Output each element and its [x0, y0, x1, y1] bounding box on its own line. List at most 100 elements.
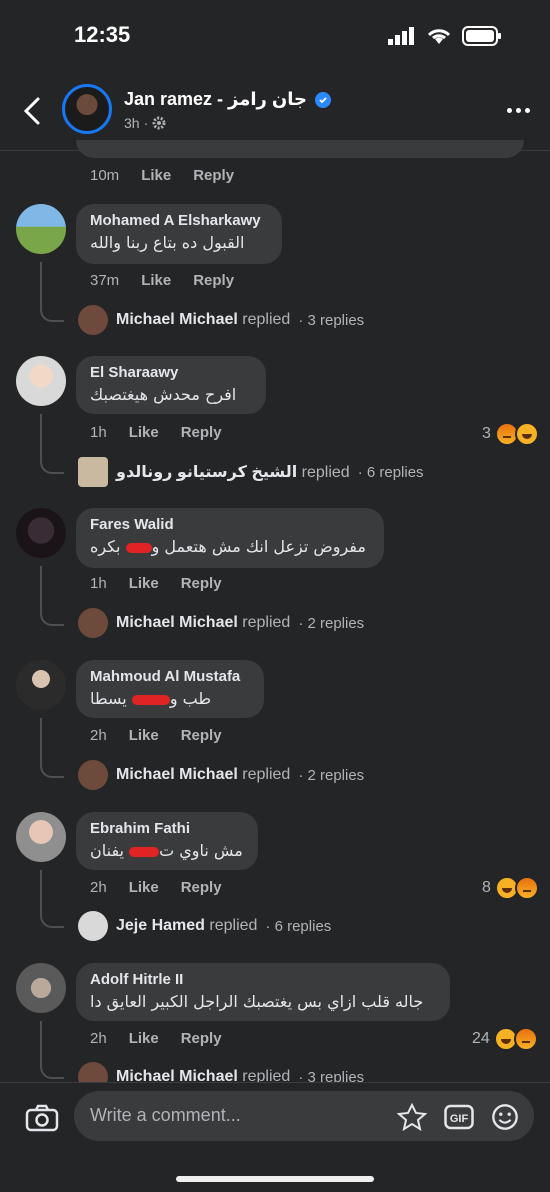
status-time: 12:35 — [74, 22, 131, 47]
reaction-summary[interactable]: 3 — [482, 422, 539, 446]
wifi-icon — [427, 29, 451, 44]
redaction-mark — [129, 846, 160, 857]
reply-author: Michael Michael — [116, 614, 238, 631]
comment-actions: 2h Like Reply — [90, 1030, 222, 1047]
thread-line — [40, 870, 64, 928]
reaction-summary[interactable]: 8 — [482, 876, 539, 900]
post-meta: 3h · — [124, 115, 166, 131]
replies-link[interactable]: Jeje Hamed replied · 6 replies — [78, 911, 331, 941]
post-header: Jan ramez - جان رامز 3h · — [0, 72, 550, 148]
reply-button[interactable]: Reply — [181, 879, 222, 896]
avatar — [78, 760, 108, 790]
like-button[interactable]: Like — [129, 424, 159, 441]
thread-line — [40, 414, 64, 474]
comment-time: 37m — [90, 272, 120, 289]
gif-icon[interactable]: GIF — [444, 1103, 474, 1131]
author-name-row[interactable]: Jan ramez - جان رامز — [124, 89, 332, 110]
avatar — [78, 305, 108, 335]
replies-link[interactable]: Michael Michael replied · 3 replies — [78, 305, 364, 335]
reaction-count: 8 — [482, 879, 491, 896]
reply-button[interactable]: Reply — [181, 424, 222, 441]
avatar[interactable] — [16, 204, 66, 254]
replied-label: replied — [301, 464, 350, 481]
reply-button[interactable]: Reply — [181, 575, 222, 592]
commenter-name: Ebrahim Fathi — [90, 820, 191, 837]
thread-line — [40, 718, 64, 778]
haha-icon — [514, 422, 539, 446]
author-avatar[interactable] — [62, 84, 112, 134]
comment-text: طب و يسطا — [90, 689, 212, 708]
redaction-mark — [125, 542, 152, 553]
like-button[interactable]: Like — [129, 879, 159, 896]
reply-button[interactable]: Reply — [193, 167, 234, 184]
reply-count: · 2 replies — [298, 614, 365, 632]
header-divider — [0, 150, 550, 151]
author-name: Jan ramez - جان رامز — [124, 89, 308, 109]
avatar — [78, 457, 108, 487]
verified-badge-icon — [315, 91, 332, 108]
avatar[interactable] — [16, 660, 66, 710]
comment-actions: 37m Like Reply — [90, 272, 234, 289]
like-button[interactable]: Like — [129, 1030, 159, 1047]
emoji-icon[interactable] — [490, 1103, 520, 1131]
svg-text:GIF: GIF — [450, 1113, 469, 1125]
commenter-name: Fares Walid — [90, 516, 174, 533]
reply-button[interactable]: Reply — [181, 727, 222, 744]
status-icons — [388, 26, 502, 46]
reply-author: Michael Michael — [116, 311, 238, 328]
replies-link[interactable]: Michael Michael replied · 2 replies — [78, 760, 364, 790]
comment-actions: 10m Like Reply — [90, 167, 234, 184]
reply-button[interactable]: Reply — [181, 1030, 222, 1047]
comment-bubble[interactable]: Adolf Hitrle II جاله قلب ازاي بس يغتصبك … — [76, 963, 450, 1021]
comment-time: 1h — [90, 424, 107, 441]
signal-icon — [388, 27, 414, 45]
avatar — [78, 911, 108, 941]
more-options-icon[interactable] — [507, 108, 530, 113]
comment-bubble[interactable]: Fares Walid مفروض تزعل انك مش هتعمل و بك… — [76, 508, 384, 568]
comment-bubble[interactable]: Mahmoud Al Mustafa طب و يسطا — [76, 660, 264, 718]
avatar[interactable] — [16, 508, 66, 558]
reaction-summary[interactable]: 24 — [472, 1027, 538, 1051]
like-button[interactable]: Like — [129, 727, 159, 744]
angry-icon — [514, 876, 539, 900]
thread-line — [40, 262, 64, 322]
replied-label: replied — [209, 917, 258, 934]
avatar[interactable] — [16, 356, 66, 406]
reply-count: · 6 replies — [265, 917, 332, 935]
reply-count: · 3 replies — [298, 311, 365, 329]
replied-label: replied — [242, 614, 291, 631]
comment-bubble[interactable]: Mohamed A Elsharkawy القبول ده بتاع ربنا… — [76, 204, 282, 264]
comment-time: 10m — [90, 167, 120, 184]
thread-line — [40, 566, 64, 626]
back-arrow-icon[interactable] — [20, 96, 44, 126]
like-button[interactable]: Like — [141, 167, 171, 184]
camera-icon[interactable] — [24, 1103, 60, 1133]
comment-bubble[interactable]: El Sharaawy افرح محدش هيغتصبك — [76, 356, 266, 414]
like-button[interactable]: Like — [141, 272, 171, 289]
comment-time: 1h — [90, 575, 107, 592]
battery-icon — [462, 26, 501, 46]
avatar[interactable] — [16, 963, 66, 1013]
reply-author: Jeje Hamed — [116, 917, 205, 934]
replies-link[interactable]: الشيخ كرستيانو رونالدو replied · 6 repli… — [78, 457, 424, 487]
reply-button[interactable]: Reply — [193, 272, 234, 289]
angry-icon — [513, 1027, 538, 1051]
commenter-name: Mahmoud Al Mustafa — [90, 668, 241, 685]
comment-text: افرح محدش هيغتصبك — [90, 385, 237, 404]
comment-text: مش ناوي ت يفنان — [90, 841, 243, 860]
like-button[interactable]: Like — [129, 575, 159, 592]
thread-line — [40, 1021, 64, 1079]
avatar-sticker-icon[interactable] — [396, 1103, 428, 1131]
commenter-name: Mohamed A Elsharkawy — [90, 212, 261, 229]
previous-comment-bubble — [76, 140, 524, 158]
reply-author: Michael Michael — [116, 766, 238, 783]
avatar — [78, 608, 108, 638]
redaction-mark — [131, 694, 170, 705]
replies-link[interactable]: Michael Michael replied · 2 replies — [78, 608, 364, 638]
avatar[interactable] — [16, 812, 66, 862]
commenter-name: Adolf Hitrle II — [90, 971, 184, 988]
reaction-count: 24 — [472, 1030, 490, 1047]
replied-label: replied — [242, 766, 291, 783]
comment-bubble[interactable]: Ebrahim Fathi مش ناوي ت يفنان — [76, 812, 258, 870]
commenter-name: El Sharaawy — [90, 364, 179, 381]
